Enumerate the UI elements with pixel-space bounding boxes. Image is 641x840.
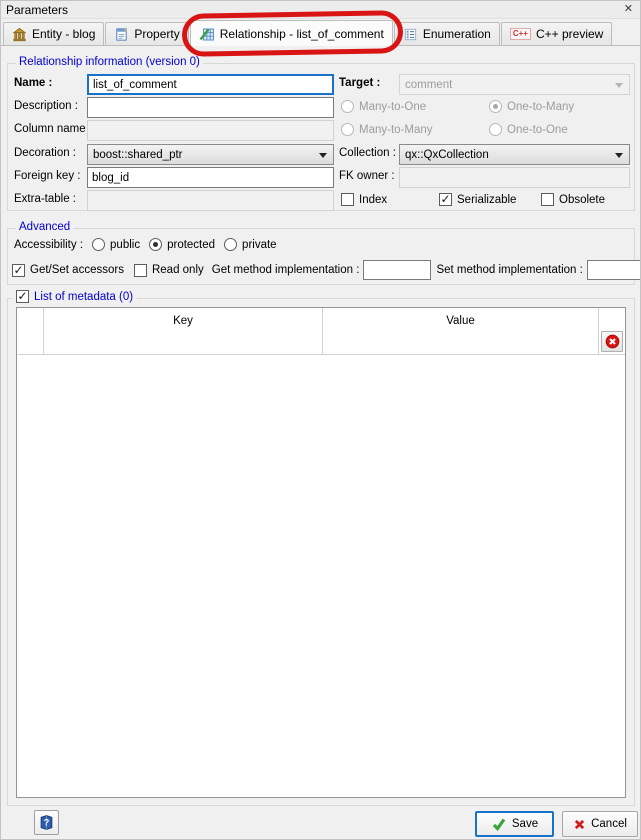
column-header-key[interactable]: Key <box>44 308 323 354</box>
accessibility-label: Accessibility : <box>14 239 83 251</box>
checkbox-obsolete[interactable]: Obsolete <box>541 193 605 206</box>
metadata-checkbox[interactable] <box>16 290 29 303</box>
radio-many-to-many: Many-to-Many <box>341 123 433 136</box>
metadata-table-header: Key Value <box>17 308 625 355</box>
radio-protected[interactable]: protected <box>149 238 215 251</box>
tab-label: Property <box>134 27 179 41</box>
save-button[interactable]: Save <box>475 811 554 837</box>
tab-entity-blog[interactable]: Entity - blog <box>3 22 104 45</box>
tab-label: Relationship - list_of_comment <box>220 27 384 41</box>
tab-property[interactable]: Property <box>105 22 188 45</box>
set-method-input[interactable] <box>587 260 641 280</box>
set-method-label: Set method implementation : <box>436 264 582 276</box>
property-document-icon <box>114 27 129 42</box>
checkbox-index[interactable]: Index <box>341 193 387 206</box>
radio-icon <box>149 238 162 251</box>
extra-table-input <box>87 190 334 211</box>
close-icon[interactable]: ✕ <box>624 2 633 15</box>
group-title: Advanced <box>16 221 73 233</box>
tab-bar: Entity - blog Property Relationship - li… <box>1 19 640 46</box>
radio-public[interactable]: public <box>92 238 140 251</box>
chevron-down-icon <box>319 153 327 158</box>
relationship-information-group: Relationship information (version 0) Nam… <box>7 63 635 211</box>
panel-title: Parameters <box>6 3 68 17</box>
radio-icon <box>224 238 237 251</box>
tab-label: C++ preview <box>536 27 603 41</box>
description-label: Description : <box>14 100 78 112</box>
metadata-group: List of metadata (0) Key Value <box>7 298 635 806</box>
column-header-value[interactable]: Value <box>323 308 599 354</box>
tab-enumeration[interactable]: Enumeration <box>394 22 500 45</box>
checkbox-icon <box>134 264 147 277</box>
table-corner-cell <box>17 308 44 354</box>
checkbox-icon <box>541 193 554 206</box>
help-button[interactable]: ? <box>34 810 59 835</box>
radio-many-to-one: Many-to-One <box>341 100 426 113</box>
tab-relationship[interactable]: Relationship - list_of_comment <box>190 20 393 46</box>
fk-owner-label: FK owner : <box>339 170 395 182</box>
foreign-key-input[interactable] <box>87 167 334 188</box>
extra-table-label: Extra-table : <box>14 193 76 205</box>
chevron-down-icon <box>615 83 623 88</box>
column-name-label: Column name : <box>14 123 92 135</box>
enumeration-list-icon <box>403 27 418 42</box>
collection-label: Collection : <box>339 147 396 159</box>
relationship-table-icon <box>199 26 215 42</box>
radio-one-to-many: One-to-Many <box>489 100 574 113</box>
entity-bank-icon <box>12 27 27 42</box>
tab-label: Entity - blog <box>32 27 95 41</box>
cpp-icon: C++ <box>510 28 531 40</box>
cancel-x-icon <box>573 818 586 831</box>
metadata-table: Key Value <box>16 307 626 798</box>
column-name-input <box>87 120 334 141</box>
checkbox-read-only[interactable]: Read only <box>134 264 204 277</box>
tab-label: Enumeration <box>423 27 491 41</box>
decoration-combobox[interactable]: boost::shared_ptr <box>87 144 334 165</box>
checkbox-serializable[interactable]: Serializable <box>439 193 516 206</box>
radio-icon <box>341 123 354 136</box>
name-label: Name : <box>14 77 52 89</box>
foreign-key-label: Foreign key : <box>14 170 80 182</box>
metadata-group-title: List of metadata (0) <box>34 291 133 303</box>
decoration-label: Decoration : <box>14 147 76 159</box>
chevron-down-icon <box>615 153 623 158</box>
group-title: Relationship information (version 0) <box>16 56 203 68</box>
fk-owner-input <box>399 167 630 188</box>
collection-combobox[interactable]: qx::QxCollection <box>399 144 630 165</box>
checkbox-getset-accessors[interactable]: Get/Set accessors <box>12 264 124 277</box>
table-action-cell <box>599 308 625 354</box>
name-input[interactable] <box>87 74 334 95</box>
svg-text:?: ? <box>44 817 50 827</box>
radio-icon <box>489 100 502 113</box>
get-method-input[interactable] <box>363 260 431 280</box>
cancel-button[interactable]: Cancel <box>562 811 638 837</box>
title-bar: Parameters ✕ <box>1 1 640 19</box>
target-label: Target : <box>339 77 380 89</box>
delete-icon <box>605 334 620 349</box>
tab-cpp-preview[interactable]: C++ C++ preview <box>501 22 613 45</box>
checkbox-icon <box>12 264 25 277</box>
target-combobox: comment <box>399 74 630 95</box>
radio-icon <box>92 238 105 251</box>
radio-icon <box>341 100 354 113</box>
radio-icon <box>489 123 502 136</box>
checkbox-icon <box>341 193 354 206</box>
get-method-label: Get method implementation : <box>212 264 360 276</box>
delete-metadata-button[interactable] <box>601 331 623 352</box>
radio-private[interactable]: private <box>224 238 277 251</box>
description-input[interactable] <box>87 97 334 118</box>
save-check-icon <box>491 816 507 832</box>
advanced-group: Advanced Accessibility : public protecte… <box>7 228 635 285</box>
metadata-table-body[interactable] <box>17 355 625 797</box>
radio-one-to-one: One-to-One <box>489 123 568 136</box>
parameters-panel: Parameters ✕ Entity - blog Property Rela… <box>0 0 641 840</box>
help-book-icon: ? <box>38 814 55 831</box>
checkbox-icon <box>439 193 452 206</box>
